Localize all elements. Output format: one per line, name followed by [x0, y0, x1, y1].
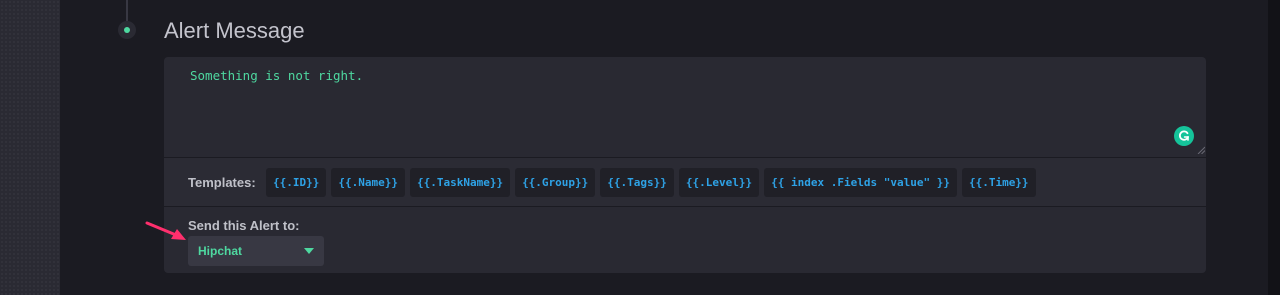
- grammarly-glyph: [1178, 130, 1189, 141]
- template-chip-time[interactable]: {{.Time}}: [961, 168, 1036, 197]
- alert-handler-dropdown[interactable]: Hipchat: [188, 236, 324, 266]
- divider: [164, 206, 1206, 207]
- left-rail: [0, 0, 60, 295]
- template-chip-id[interactable]: {{.ID}}: [266, 168, 327, 197]
- annotation-arrow-icon: [145, 221, 186, 240]
- timeline-step-dot: [118, 21, 136, 39]
- template-chip-level[interactable]: {{.Level}}: [678, 168, 760, 197]
- templates-row: Templates: {{.ID}} {{.Name}} {{.TaskName…: [164, 158, 1206, 206]
- template-chip-taskname[interactable]: {{.TaskName}}: [409, 168, 511, 197]
- timeline-line: [126, 0, 128, 22]
- template-chip-name[interactable]: {{.Name}}: [331, 168, 405, 197]
- alert-message-panel: Something is not right. Templates: {{.ID…: [164, 57, 1206, 273]
- templates-label: Templates:: [188, 175, 256, 190]
- resize-grip-icon[interactable]: [1197, 146, 1205, 154]
- dropdown-selected-value: Hipchat: [198, 244, 243, 258]
- alert-message-textarea[interactable]: Something is not right.: [164, 57, 1206, 157]
- send-alert-label: Send this Alert to:: [188, 218, 300, 233]
- right-edge: [1268, 0, 1280, 295]
- chevron-down-icon: [304, 248, 314, 254]
- template-chip-group[interactable]: {{.Group}}: [515, 168, 596, 197]
- template-chip-list: {{.ID}} {{.Name}} {{.TaskName}} {{.Group…: [266, 168, 1036, 197]
- template-chip-fields-value[interactable]: {{ index .Fields "value" }}: [764, 168, 957, 197]
- template-chip-tags[interactable]: {{.Tags}}: [600, 168, 674, 197]
- section-title: Alert Message: [164, 18, 305, 43]
- grammarly-icon[interactable]: [1174, 126, 1194, 146]
